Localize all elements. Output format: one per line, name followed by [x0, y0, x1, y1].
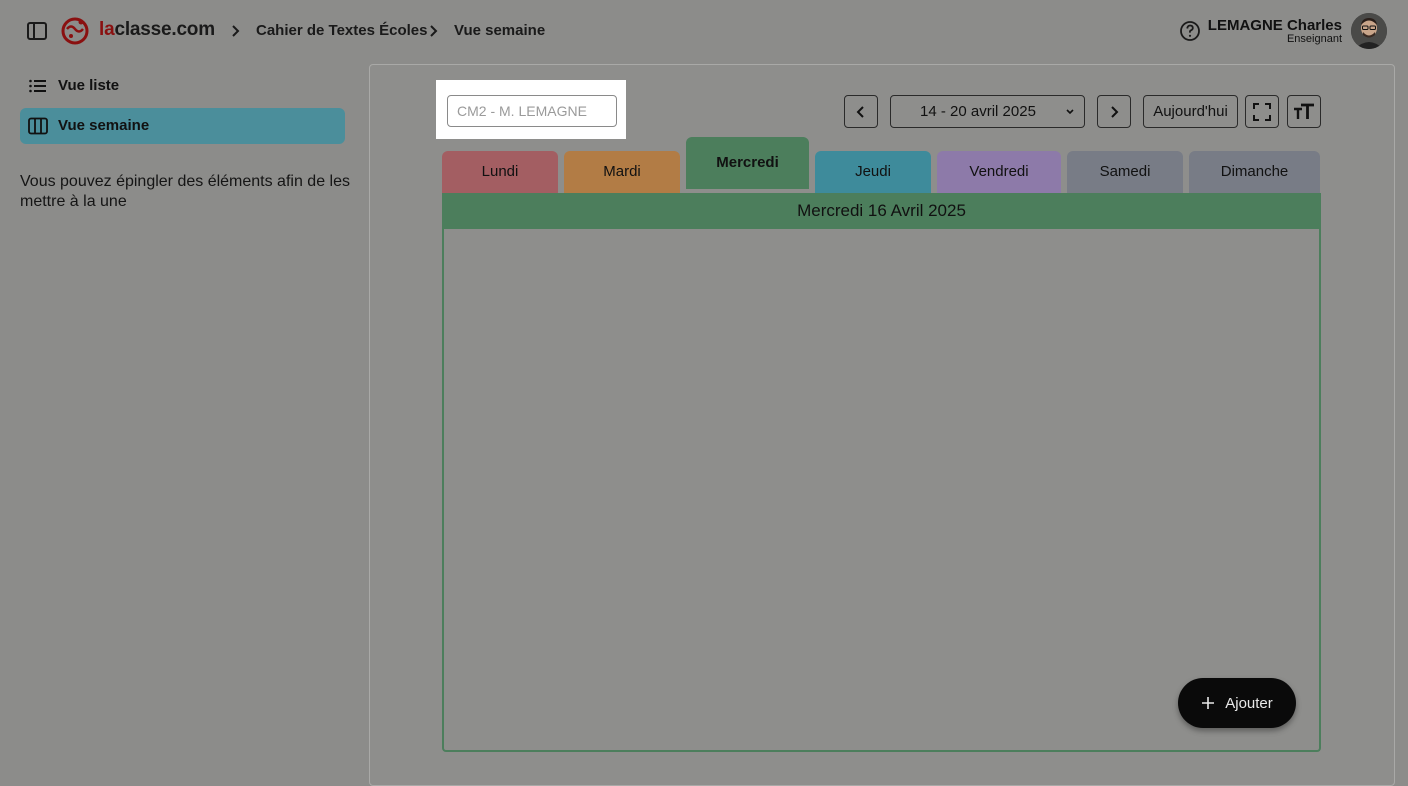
breadcrumb-item-cahier[interactable]: Cahier de Textes Écoles: [256, 22, 427, 39]
day-content-area: [442, 193, 1321, 752]
plus-icon: [1202, 697, 1215, 709]
chevron-right-icon: [425, 23, 441, 39]
brand-prefix: la: [99, 19, 115, 40]
pin-hint-text: Vous pouvez épingler des éléments afin d…: [20, 173, 350, 210]
today-button[interactable]: Aujourd'hui: [1143, 95, 1238, 128]
add-button[interactable]: Ajouter: [1178, 678, 1296, 728]
week-range-value: 14 - 20 avril 2025: [920, 103, 1036, 120]
tab-lundi[interactable]: Lundi: [442, 151, 558, 193]
fullscreen-button[interactable]: [1245, 95, 1279, 128]
sidebar-item-vue-semaine[interactable]: Vue semaine: [20, 108, 345, 144]
add-button-label: Ajouter: [1225, 694, 1273, 712]
avatar[interactable]: [1351, 13, 1387, 49]
tab-jeudi[interactable]: Jeudi: [815, 151, 931, 193]
top-bar: laclasse.com Cahier de Textes Écoles Vue…: [0, 0, 1408, 62]
sidebar-item-label: Vue semaine: [58, 117, 150, 134]
chevron-right-icon: [1111, 105, 1119, 118]
list-icon: [28, 77, 48, 95]
next-week-button[interactable]: [1097, 95, 1131, 128]
tab-mardi[interactable]: Mardi: [564, 151, 680, 193]
sidebar-item-label: Vue liste: [58, 77, 120, 94]
tab-dimanche[interactable]: Dimanche: [1189, 151, 1320, 193]
breadcrumb-item-vue-semaine: Vue semaine: [454, 22, 546, 39]
sidebar-toggle-icon[interactable]: [26, 20, 48, 42]
day-title: Mercredi 16 Avril 2025: [444, 193, 1319, 229]
help-icon[interactable]: [1179, 20, 1201, 42]
brand-name[interactable]: laclasse.com: [99, 19, 215, 41]
brand-suffix: classe.com: [114, 19, 215, 40]
user-name[interactable]: LEMAGNE Charles: [1208, 17, 1342, 34]
sidebar-item-vue-liste[interactable]: Vue liste: [20, 68, 345, 104]
text-size-button[interactable]: [1287, 95, 1321, 128]
fullscreen-icon: [1253, 102, 1271, 121]
chevron-left-icon: [856, 105, 864, 118]
tab-mercredi[interactable]: Mercredi: [686, 137, 809, 189]
user-role: Enseignant: [1286, 33, 1342, 45]
text-size-icon: [1294, 103, 1314, 119]
previous-week-button[interactable]: [844, 95, 878, 128]
tab-samedi[interactable]: Samedi: [1067, 151, 1183, 193]
week-columns-icon: [28, 117, 48, 135]
chevron-right-icon: [227, 23, 243, 39]
laclasse-logo-icon[interactable]: [60, 15, 90, 47]
tab-vendredi[interactable]: Vendredi: [937, 151, 1061, 193]
class-search-input[interactable]: [447, 95, 617, 127]
week-range-select[interactable]: 14 - 20 avril 2025: [890, 95, 1085, 128]
chevron-down-icon: [1066, 109, 1074, 115]
